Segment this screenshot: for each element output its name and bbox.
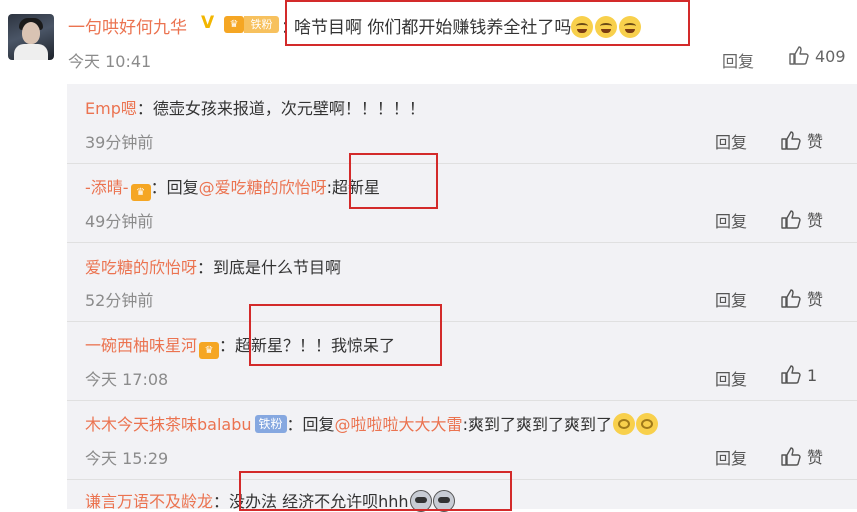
reply-button[interactable]: 回复 xyxy=(715,287,747,311)
crown-icon: ♛ xyxy=(130,184,151,201)
sweat-emoji-icon xyxy=(635,413,658,435)
comment-time: 今天 10:41 xyxy=(68,52,152,71)
reply-time: 49分钟前 xyxy=(85,212,154,231)
like-button[interactable]: 赞 xyxy=(781,128,823,152)
reply-time: 52分钟前 xyxy=(85,291,154,310)
highlight-box xyxy=(249,304,442,366)
reply-text: :爽到了爽到了爽到了 xyxy=(462,415,612,434)
like-count: 409 xyxy=(815,47,846,66)
reply-item: 木木今天抹茶味balabu 铁粉 ：回复@啦啦啦大大大雷:爽到了爽到了爽到了 今天 … xyxy=(67,401,857,479)
comment-username[interactable]: 一句哄好何九华 xyxy=(68,13,187,38)
fan-badge: 铁粉 xyxy=(254,415,287,433)
reply-button[interactable]: 回复 xyxy=(715,366,747,390)
thumbs-up-icon xyxy=(781,365,801,384)
fan-badge: ♛ 铁粉 xyxy=(224,16,279,33)
mention-link[interactable]: @爱吃糖的欣怡呀 xyxy=(199,178,327,197)
thumbs-up-icon xyxy=(781,131,801,150)
reply-username[interactable]: 谦言万语不及龄龙 xyxy=(85,492,213,511)
like-label: 赞 xyxy=(807,211,824,230)
reply-item: Emp嗯：德壶女孩来报道，次元壁啊！！！！！ 39分钟前 回复 赞 xyxy=(67,84,857,163)
highlight-box xyxy=(349,153,438,209)
reply-list: Emp嗯：德壶女孩来报道，次元壁啊！！！！！ 39分钟前 回复 赞 -添晴- ♛：… xyxy=(67,84,857,512)
reply-username[interactable]: Emp嗯 xyxy=(85,99,137,118)
verified-icon: V xyxy=(201,13,215,33)
reply-text: ：到底是什么节目啊 xyxy=(197,258,342,277)
like-button[interactable]: 1 xyxy=(781,365,817,385)
reply-button[interactable]: 回复 xyxy=(715,129,747,153)
highlight-box xyxy=(285,0,690,46)
thumbs-up-icon xyxy=(781,289,801,308)
like-label: 赞 xyxy=(807,132,824,151)
reply-time: 今天 17:08 xyxy=(85,370,169,389)
reply-username[interactable]: 一碗西柚味星河 xyxy=(85,336,197,355)
crown-icon: ♛ xyxy=(224,16,244,33)
highlight-box xyxy=(239,471,512,511)
like-button[interactable]: 赞 xyxy=(781,444,823,468)
like-button[interactable]: 赞 xyxy=(781,207,823,231)
reply-username[interactable]: 爱吃糖的欣怡呀 xyxy=(85,258,197,277)
reply-text: ：德壶女孩来报道，次元壁啊！！！！！ xyxy=(136,99,425,118)
reply-item: -添晴- ♛ ：回复@爱吃糖的欣怡呀:超新星 49分钟前 回复 赞 xyxy=(67,164,857,242)
reply-text: ：回复 xyxy=(286,415,335,434)
reply-username[interactable]: 木木今天抹茶味balabu xyxy=(85,415,252,434)
reply-time: 今天 15:29 xyxy=(85,449,169,468)
reply-text: ：回复 xyxy=(150,178,199,197)
thumbs-up-icon xyxy=(789,46,809,65)
reply-item: 爱吃糖的欣怡呀：到底是什么节目啊 52分钟前 回复 赞 xyxy=(67,243,857,321)
like-button[interactable]: 赞 xyxy=(781,286,823,310)
reply-item: 一碗西柚味星河 ♛ ：超新星？！！我惊呆了 今天 17:08 回复 1 xyxy=(67,322,857,400)
like-count: 1 xyxy=(807,366,818,385)
avatar[interactable] xyxy=(8,14,54,60)
reply-button[interactable]: 回复 xyxy=(715,445,747,469)
like-button[interactable]: 409 xyxy=(789,46,846,66)
thumbs-up-icon xyxy=(781,210,801,229)
like-label: 赞 xyxy=(807,290,824,309)
reply-button[interactable]: 回复 xyxy=(715,208,747,232)
reply-button[interactable]: 回复 xyxy=(722,48,754,72)
thumbs-up-icon xyxy=(781,447,801,466)
reply-time: 39分钟前 xyxy=(85,133,154,152)
mention-link[interactable]: @啦啦啦大大大雷 xyxy=(335,415,463,434)
sweat-emoji-icon xyxy=(612,413,635,435)
like-label: 赞 xyxy=(807,448,824,467)
main-comment: 一句哄好何九华 V ♛ 铁粉 ： 啥节目啊 你们都开始赚钱养全社了吗 今天 10… xyxy=(0,0,857,82)
fan-badge-label: 铁粉 xyxy=(244,16,279,33)
crown-icon: ♛ xyxy=(199,342,220,359)
reply-username[interactable]: -添晴- xyxy=(85,178,129,197)
